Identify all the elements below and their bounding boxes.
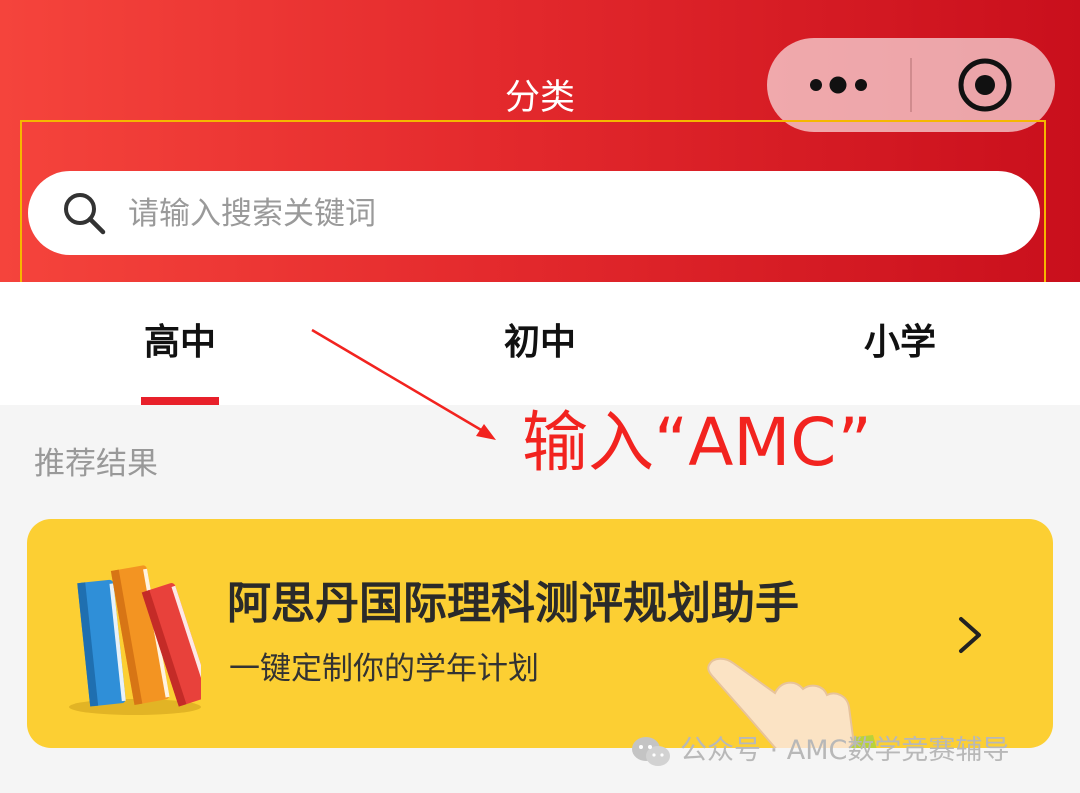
tab-chuzhong[interactable]: 初中 (490, 318, 590, 368)
more-button[interactable] (767, 38, 910, 132)
banner-subtitle: 一键定制你的学年计划 (229, 651, 539, 687)
target-close-icon (958, 58, 1012, 112)
close-button[interactable] (912, 38, 1055, 132)
wechat-icon (632, 736, 670, 766)
banner-title: 阿思丹国际理科测评规划助手 (227, 578, 799, 629)
category-tabs: 高中 初中 小学 (0, 282, 1080, 405)
annotation-text: 输入“AMC” (522, 404, 872, 481)
tab-xiaoxue[interactable]: 小学 (850, 318, 950, 368)
active-tab-indicator (141, 397, 219, 405)
section-label: 推荐结果 (34, 446, 158, 482)
watermark-text: 公众号 · AMC数学竞赛辅导 (680, 735, 1010, 766)
more-dots-icon (810, 76, 867, 94)
recommendation-banner[interactable]: 阿思丹国际理科测评规划助手 一键定制你的学年计划 (27, 519, 1053, 748)
chevron-right-icon (959, 617, 981, 653)
watermark: 公众号 · AMC数学竞赛辅导 (630, 731, 1009, 771)
mini-program-capsule (767, 38, 1055, 132)
tab-gaozhong[interactable]: 高中 (130, 318, 230, 368)
books-icon (69, 565, 201, 715)
